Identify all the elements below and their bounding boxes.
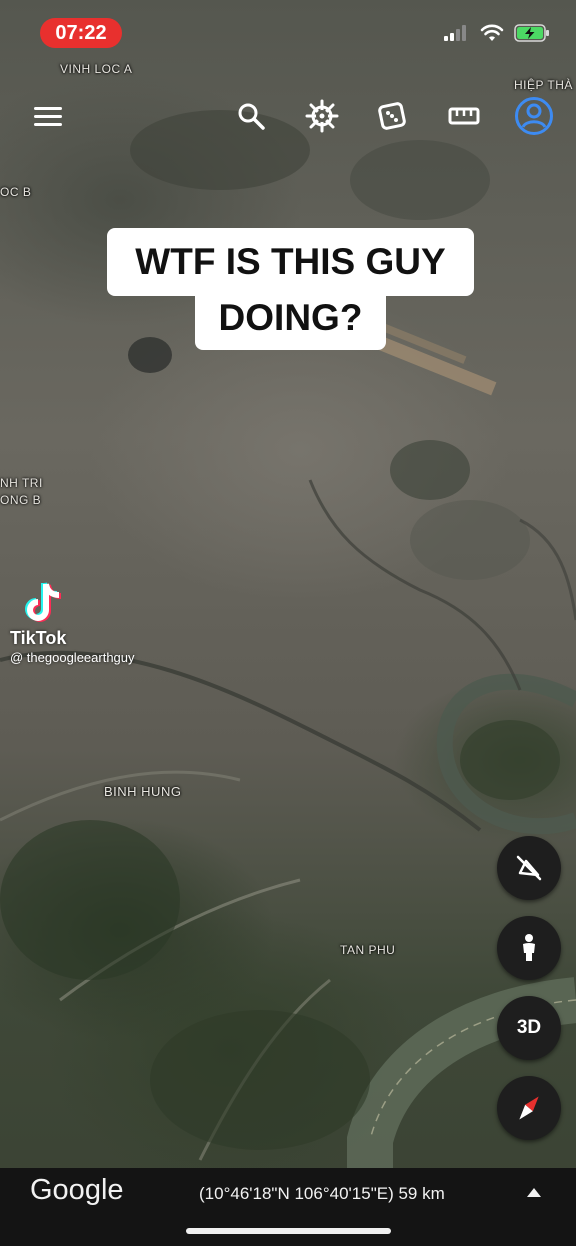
menu-icon xyxy=(34,107,62,126)
no-gravity-icon xyxy=(516,855,542,881)
status-time: 07:22 xyxy=(40,18,122,48)
place-label-nh-tri: NH TRI xyxy=(0,476,43,490)
tiktok-logo-icon xyxy=(25,582,62,622)
account-button[interactable] xyxy=(514,96,554,136)
place-label-oc-b: OC B xyxy=(0,185,32,199)
compass-icon xyxy=(519,1096,539,1120)
3d-toggle-button[interactable]: 3D xyxy=(497,996,561,1060)
caption-line-2: DOING? xyxy=(195,290,386,350)
dice-icon xyxy=(378,102,406,130)
ruler-icon xyxy=(448,107,480,125)
triangle-up-icon[interactable] xyxy=(526,1187,542,1199)
status-icons xyxy=(444,24,550,42)
battery-charging-icon xyxy=(514,24,549,42)
place-label-binh-hung: BINH HUNG xyxy=(104,784,182,799)
home-indicator[interactable] xyxy=(186,1228,391,1234)
tilt-toggle-button[interactable] xyxy=(497,836,561,900)
coordinates-readout: (10°46'18"N 106°40'15"E) 59 km xyxy=(199,1184,445,1203)
wifi-icon xyxy=(480,24,504,41)
satellite-imagery xyxy=(0,110,576,1168)
feeling-lucky-button[interactable] xyxy=(372,96,412,136)
place-label-tan-phu: TAN PHU xyxy=(340,943,396,957)
place-label-hiep-thanh: HIỆP THÀ xyxy=(514,78,573,92)
caption-line-1: WTF IS THIS GUY xyxy=(107,228,474,296)
account-icon xyxy=(515,97,553,135)
search-icon xyxy=(238,103,265,130)
pegman-icon xyxy=(523,934,535,961)
tiktok-brand: TikTok xyxy=(10,628,67,648)
place-label-ong-b: ONG B xyxy=(0,493,42,507)
compass-button[interactable] xyxy=(497,1076,561,1140)
tiktok-handle: @ thegoogleearthguy xyxy=(10,650,135,665)
menu-button[interactable] xyxy=(28,96,68,136)
cellular-signal-icon xyxy=(444,25,466,41)
voyager-button[interactable] xyxy=(302,96,342,136)
voyager-wheel-icon xyxy=(305,99,339,133)
street-view-button[interactable] xyxy=(497,916,561,980)
measure-button[interactable] xyxy=(444,96,484,136)
google-logo: Google xyxy=(30,1174,124,1206)
place-label-vinh-loc-a: VINH LOC A xyxy=(60,62,133,76)
search-button[interactable] xyxy=(231,96,271,136)
map-view[interactable]: VINH LOC A HIỆP THÀ OC B NH TRI ONG B BI… xyxy=(0,0,576,1246)
